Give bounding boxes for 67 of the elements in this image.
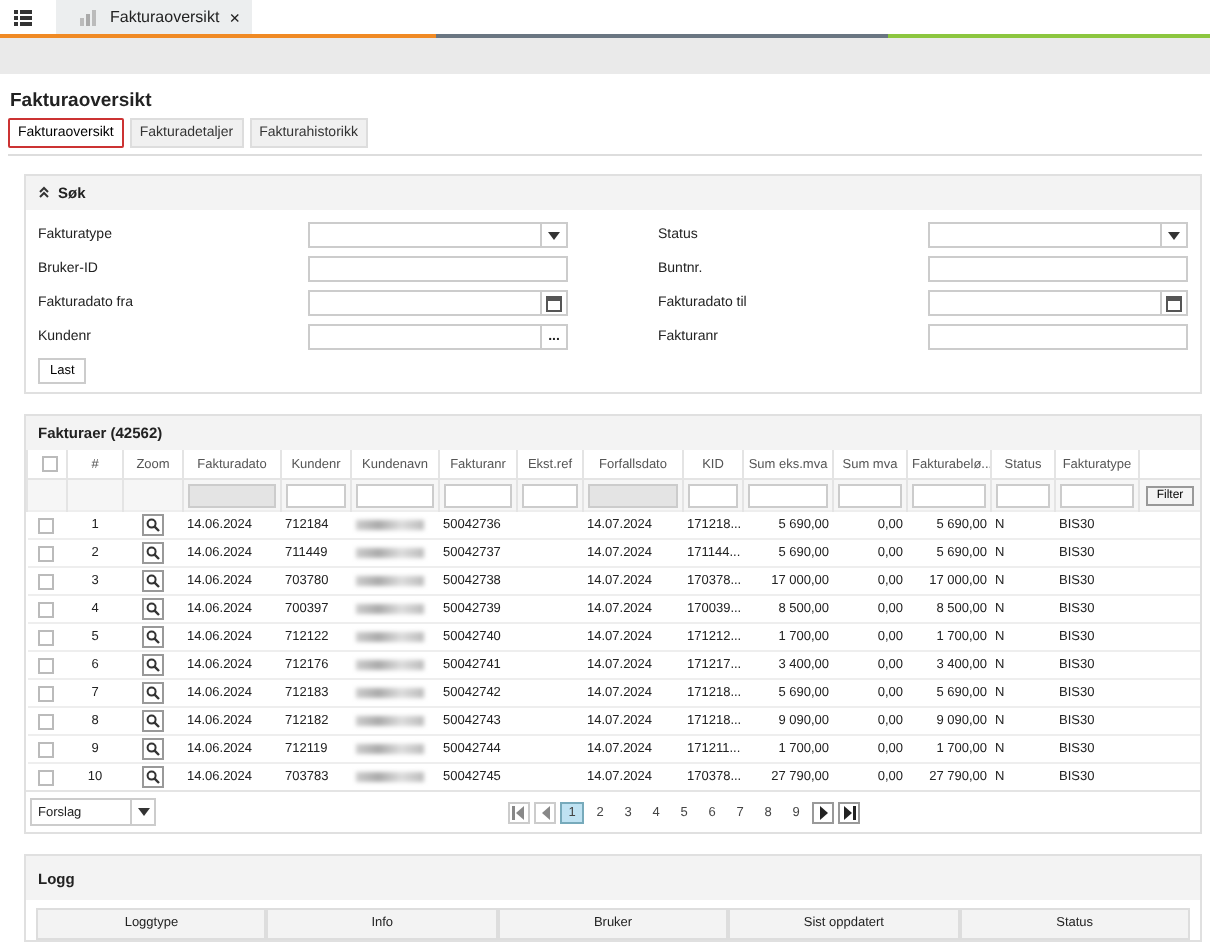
filter-field[interactable] <box>688 483 738 507</box>
redacted-text <box>355 603 423 614</box>
dropdown-icon <box>1160 224 1186 246</box>
input-field[interactable] <box>308 290 568 316</box>
redacted-text <box>355 631 423 642</box>
checkbox[interactable] <box>37 545 53 561</box>
filter-field[interactable] <box>286 483 346 507</box>
left-triangle-icon <box>540 805 550 819</box>
filter-field[interactable] <box>444 483 512 507</box>
dropdown-icon <box>540 224 566 246</box>
checkbox[interactable] <box>37 517 53 533</box>
checkbox[interactable] <box>37 685 53 701</box>
zoom-button[interactable] <box>142 682 164 704</box>
checkbox[interactable] <box>37 573 53 589</box>
calendar-icon <box>540 292 566 314</box>
zoom-button[interactable] <box>142 654 164 676</box>
zoom-button[interactable] <box>142 766 164 788</box>
filter-field[interactable] <box>996 483 1050 507</box>
filter-field[interactable] <box>748 483 828 507</box>
zoom-button[interactable] <box>142 710 164 732</box>
previous-page-button[interactable] <box>534 801 556 823</box>
filter-field <box>188 483 276 507</box>
last-page-button[interactable] <box>838 801 860 823</box>
tab-label: Fakturaoversikt <box>110 8 220 26</box>
redacted-text <box>355 547 423 558</box>
filter-field[interactable] <box>356 483 434 507</box>
input-field[interactable] <box>928 222 1188 248</box>
checkbox[interactable] <box>42 456 58 472</box>
checkbox[interactable] <box>37 629 53 645</box>
chart-icon <box>80 9 100 25</box>
filter-field[interactable] <box>912 483 986 507</box>
checkbox[interactable] <box>37 657 53 673</box>
filter-field[interactable] <box>1060 483 1134 507</box>
input-field[interactable] <box>308 256 568 282</box>
input-field[interactable] <box>928 256 1188 282</box>
close-button[interactable]: × <box>229 7 240 27</box>
collapse-icon <box>38 185 50 201</box>
filter-field[interactable] <box>838 483 902 507</box>
input-field[interactable] <box>928 290 1188 316</box>
document-tab[interactable]: Fakturaoversikt × <box>56 0 252 34</box>
page-title: Fakturaoversikt <box>10 90 154 112</box>
zoom-button[interactable] <box>142 570 164 592</box>
first-page-button[interactable] <box>508 801 530 823</box>
right-triangle-icon <box>818 805 828 819</box>
redacted-text <box>355 743 423 754</box>
checkbox[interactable] <box>37 713 53 729</box>
redacted-text <box>355 687 423 698</box>
next-page-button[interactable] <box>812 801 834 823</box>
zoom-button[interactable] <box>142 626 164 648</box>
redacted-text <box>355 519 423 530</box>
input-field[interactable] <box>928 324 1188 350</box>
redacted-text <box>355 575 423 586</box>
zoom-button[interactable] <box>142 542 164 564</box>
zoom-button[interactable] <box>142 738 164 760</box>
checkbox[interactable] <box>37 769 53 785</box>
zoom-button[interactable] <box>142 598 164 620</box>
zoom-button[interactable] <box>142 514 164 536</box>
redacted-text <box>355 659 423 670</box>
redacted-text <box>355 715 423 726</box>
filter-field <box>588 483 678 507</box>
redacted-text <box>355 771 423 782</box>
dropdown-icon <box>130 800 154 824</box>
checkbox[interactable] <box>37 601 53 617</box>
checkbox[interactable] <box>37 741 53 757</box>
input-field[interactable] <box>308 222 568 248</box>
calendar-icon <box>1160 292 1186 314</box>
filter-field[interactable] <box>522 483 578 507</box>
